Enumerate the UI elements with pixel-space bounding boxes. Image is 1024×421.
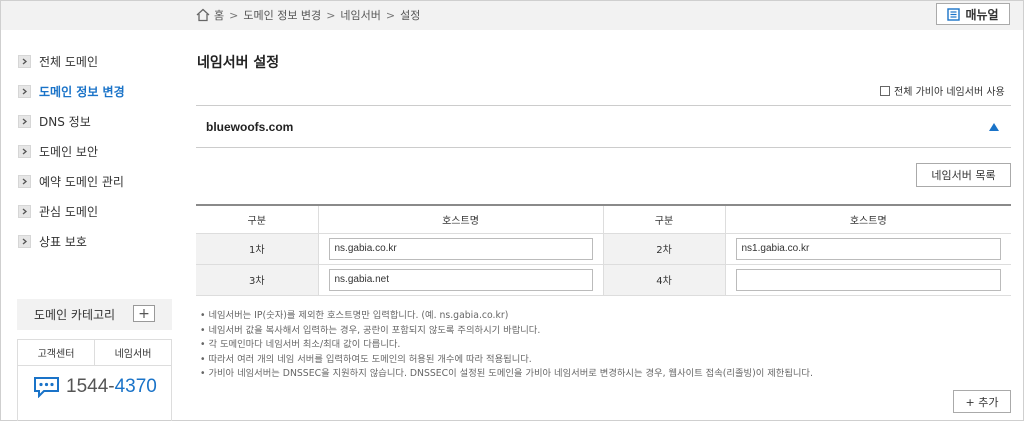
top-bar: 홈 > 도메인 정보 변경 > 네임서버 > 설정 매뉴얼: [1, 1, 1023, 30]
tab-customer-center[interactable]: 고객센터: [18, 340, 94, 365]
note-item: 따라서 여러 개의 네임 서버를 입력하여도 도메인의 허용된 개수에 따라 적…: [200, 353, 813, 368]
support-box: 고객센터 네임서버 1544-4370: [17, 339, 172, 421]
breadcrumb-nameserver[interactable]: 네임서버: [340, 7, 380, 23]
ns-label-2: 2차: [602, 233, 725, 265]
sidebar-item-label: 도메인 보안: [39, 144, 99, 159]
all-gabia-label: 전체 가비아 네임서버 사용: [894, 87, 1005, 98]
support-phone-number: 1544-4370: [66, 376, 157, 398]
sidebar-item-domain-info-change[interactable]: 도메인 정보 변경: [18, 76, 178, 106]
note-item: 네임서버는 IP(숫자)를 제외한 호스트명만 입력합니다. (예. ns.ga…: [200, 309, 813, 324]
note-item: 각 도메인마다 네임서버 최소/최대 값이 다릅니다.: [200, 338, 813, 353]
sidebar-item-trademark-protection[interactable]: 상표 보호: [18, 226, 178, 256]
domain-header[interactable]: bluewoofs.com: [196, 105, 1011, 148]
table-row: 1차 2차: [196, 233, 1011, 265]
chat-bubble-icon: [34, 377, 59, 398]
home-icon[interactable]: [196, 8, 210, 22]
breadcrumb-home[interactable]: 홈: [214, 7, 224, 23]
breadcrumb-domain-info[interactable]: 도메인 정보 변경: [243, 7, 321, 23]
chevron-right-icon: [18, 114, 31, 128]
collapse-arrow-icon[interactable]: [989, 123, 999, 131]
sidebar-item-all-domains[interactable]: 전체 도메인: [18, 46, 178, 76]
all-gabia-checkbox[interactable]: [880, 85, 890, 96]
chevron-right-icon: [18, 174, 31, 188]
phone-prefix: 1544-: [66, 376, 115, 397]
sidebar-item-label: 상표 보호: [39, 234, 87, 249]
sidebar-item-label: 전체 도메인: [39, 54, 99, 69]
breadcrumb-separator: >: [385, 8, 396, 22]
column-header: 호스트명: [317, 205, 603, 234]
chevron-right-icon: [18, 234, 31, 248]
chevron-right-icon: [18, 54, 31, 68]
sidebar-item-watched-domains[interactable]: 관심 도메인: [18, 196, 178, 226]
note-item: 가비아 네임서버는 DNSSEC을 지원하지 않습니다. DNSSEC이 설정된…: [200, 367, 812, 382]
sidebar-menu: 전체 도메인 도메인 정보 변경 DNS 정보 도메인 보안 예약 도메인 관리…: [18, 46, 178, 256]
add-category-button[interactable]: +: [133, 305, 155, 322]
phone-suffix: 4370: [114, 376, 157, 397]
domain-name: bluewoofs.com: [206, 120, 294, 134]
breadcrumb-settings: 설정: [400, 9, 421, 22]
ns-label-1: 1차: [196, 233, 318, 265]
breadcrumb-separator: >: [326, 8, 336, 22]
column-header: 구분: [602, 205, 725, 234]
sidebar-item-dns-info[interactable]: DNS 정보: [18, 106, 178, 136]
chevron-right-icon: [18, 144, 31, 158]
ns-input-2[interactable]: [735, 237, 1001, 260]
support-tabs: 고객센터 네임서버: [18, 340, 171, 366]
breadcrumb: 홈 > 도메인 정보 변경 > 네임서버 > 설정: [196, 7, 420, 23]
table-row: 3차 4차: [196, 264, 1011, 296]
notes-list: 네임서버는 IP(숫자)를 제외한 호스트명만 입력합니다. (예. ns.ga…: [200, 309, 813, 382]
ns-label-4: 4차: [602, 264, 725, 296]
table-header-row: 구분 호스트명 구분 호스트명: [196, 205, 1011, 234]
sidebar-item-label: 예약 도메인 관리: [39, 174, 124, 189]
column-header: 구분: [196, 205, 318, 234]
all-gabia-nameserver-option[interactable]: 전체 가비아 네임서버 사용: [880, 83, 1005, 98]
ns-input-4[interactable]: [735, 268, 1001, 291]
ns-input-3[interactable]: [328, 268, 593, 291]
add-button[interactable]: + 추가: [953, 390, 1011, 413]
breadcrumb-separator: >: [229, 8, 239, 22]
nameserver-list-button[interactable]: 네임서버 목록: [916, 163, 1011, 187]
manual-button[interactable]: 매뉴얼: [936, 3, 1010, 25]
sidebar-item-label: 도메인 정보 변경: [39, 84, 125, 99]
ns-label-3: 3차: [196, 264, 318, 296]
domain-category-box: 도메인 카테고리 +: [17, 299, 172, 330]
sidebar-item-domain-security[interactable]: 도메인 보안: [18, 136, 178, 166]
support-phone: 1544-4370: [18, 366, 171, 398]
domain-category-label: 도메인 카테고리: [34, 308, 116, 322]
note-item: 네임서버 값을 복사해서 입력하는 경우, 공란이 포함되지 않도록 주의하시기…: [200, 324, 813, 339]
sidebar-item-label: 관심 도메인: [39, 204, 99, 219]
tab-nameserver[interactable]: 네임서버: [94, 340, 171, 365]
manual-button-label: 매뉴얼: [965, 7, 999, 22]
ns-input-1[interactable]: [328, 237, 593, 260]
page-title: 네임서버 설정: [197, 55, 280, 71]
column-header: 호스트명: [724, 205, 1011, 234]
sidebar-item-label: DNS 정보: [39, 114, 91, 129]
chevron-right-icon: [18, 204, 31, 218]
chevron-right-icon: [18, 84, 31, 98]
sidebar-item-reserved-domains[interactable]: 예약 도메인 관리: [18, 166, 178, 196]
book-icon: [947, 7, 961, 21]
nameserver-table: 구분 호스트명 구분 호스트명 1차 2차 3차 4차: [196, 204, 1011, 296]
